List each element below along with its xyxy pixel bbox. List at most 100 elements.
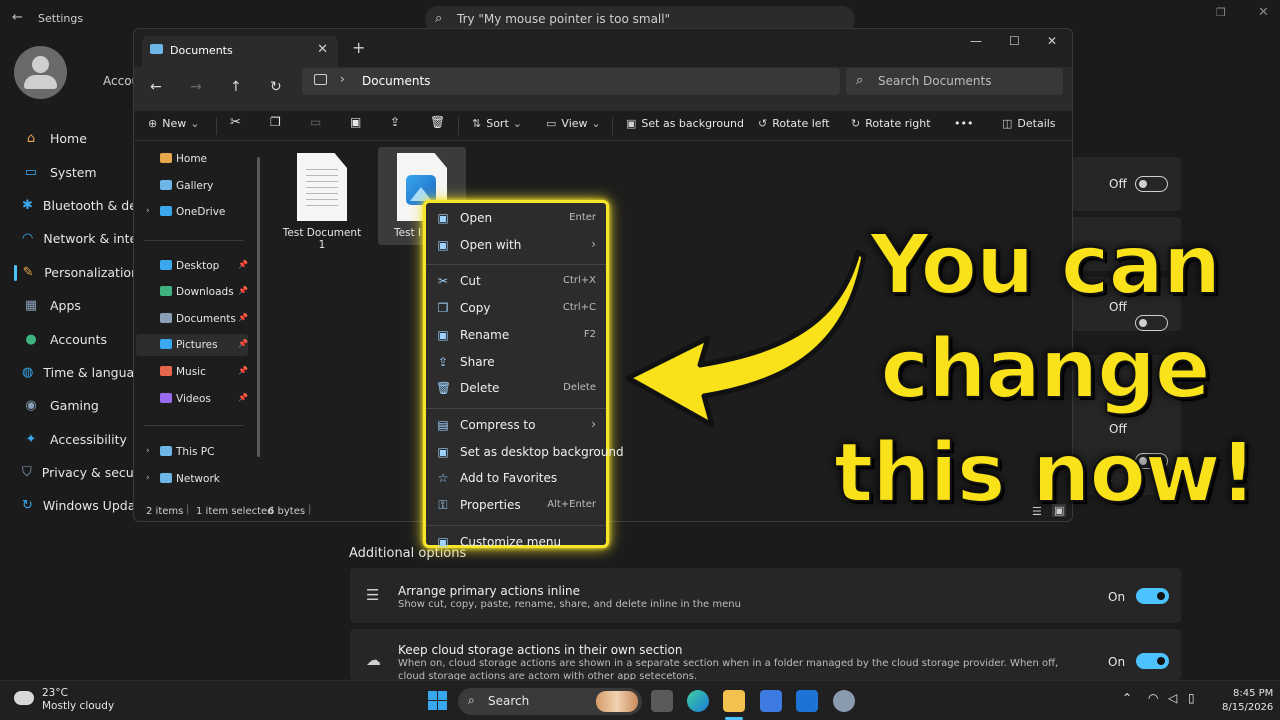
rename-icon[interactable]: ▣ — [350, 115, 361, 129]
settings-app-icon[interactable] — [833, 690, 855, 712]
sidebar-item-apps[interactable]: ▦ Apps — [14, 289, 139, 322]
share-icon[interactable]: ⇪ — [390, 115, 400, 129]
menu-item-add-to-favorites[interactable]: ☆ Add to Favorites — [434, 467, 602, 491]
open-with-icon: ▣ — [437, 237, 449, 252]
sidebar-item-personalization[interactable]: ✎ Personalization — [14, 256, 139, 289]
nav-pane-item-gallery[interactable]: Gallery — [160, 180, 213, 192]
menu-item-label: Share — [460, 354, 495, 369]
file-explorer-icon[interactable] — [723, 690, 745, 712]
new-button[interactable]: ⊕ New ⌄ — [148, 117, 199, 130]
sidebar-item-privacy[interactable]: ⛉ Privacy & security — [14, 456, 139, 489]
nav-pane-item-pictures[interactable]: Pictures 📌 — [160, 339, 248, 351]
inline-actions-toggle[interactable] — [1136, 588, 1169, 604]
menu-item-shortcut: Delete — [563, 382, 596, 394]
details-button[interactable]: ◫ Details — [1002, 117, 1056, 130]
menu-item-label: Add to Favorites — [460, 471, 558, 486]
monitor-icon: ▭ — [24, 164, 38, 180]
sidebar-item-time[interactable]: ◍ Time & language — [14, 356, 139, 389]
menu-item-copy[interactable]: ❐ Copy Ctrl+C — [434, 297, 602, 321]
battery-icon[interactable]: ▯ — [1188, 691, 1195, 705]
task-view-icon[interactable] — [651, 690, 673, 712]
sidebar-item-windows[interactable]: ↻ Windows Update — [14, 489, 139, 522]
rotate-left-button[interactable]: ↺ Rotate left — [758, 117, 830, 130]
set-background-label: Set as background — [641, 117, 744, 130]
refresh-icon[interactable]: ↻ — [270, 79, 282, 95]
menu-item-properties[interactable]: ⚿ Properties Alt+Enter — [434, 494, 602, 518]
nav-pane-item-this-pc[interactable]: › This PC — [146, 446, 214, 458]
menu-item-share[interactable]: ⇪ Share — [434, 351, 602, 375]
paste-icon[interactable]: ▭ — [310, 115, 321, 129]
avatar[interactable] — [14, 46, 67, 99]
cut-icon[interactable]: ✂ — [230, 115, 241, 130]
rename-icon: ▣ — [437, 327, 449, 342]
more-options-button[interactable]: ••• — [954, 117, 973, 130]
sidebar-item-accounts[interactable]: ● Accounts — [14, 322, 139, 355]
sidebar-item-network[interactable]: ◠ Network & internet — [14, 222, 139, 255]
properties-icon: ⚿ — [438, 498, 448, 512]
tab-documents[interactable]: Documents ✕ — [142, 36, 338, 67]
address-bar[interactable]: › Documents — [302, 68, 840, 95]
maximize-icon[interactable]: ☐ — [1009, 34, 1020, 48]
chevron-up-icon[interactable]: ⌃ — [1122, 691, 1132, 705]
sidebar-item-home[interactable]: ⌂ Home — [14, 122, 139, 155]
expand-chevron-icon[interactable]: › — [146, 446, 150, 456]
wifi-icon[interactable]: ◠ — [1148, 691, 1158, 705]
menu-item-open-with[interactable]: ▣ Open with › — [434, 234, 602, 258]
search-icon: ⌕ — [435, 11, 443, 26]
close-window-icon[interactable]: ✕ — [1047, 34, 1057, 48]
mail-icon[interactable] — [796, 690, 818, 712]
copy-icon[interactable]: ❐ — [270, 115, 281, 129]
set-background-button[interactable]: ▣ Set as background — [626, 117, 744, 130]
up-icon[interactable]: ↑ — [230, 79, 242, 95]
edge-icon[interactable] — [687, 690, 709, 712]
close-tab-icon[interactable]: ✕ — [317, 42, 328, 57]
menu-item-set-as-desktop-background[interactable]: ▣ Set as desktop background — [434, 441, 623, 465]
cloud-actions-toggle[interactable] — [1136, 653, 1169, 669]
expand-chevron-icon[interactable]: › — [146, 473, 150, 483]
nav-pane-item-home[interactable]: Home — [160, 153, 207, 165]
explorer-search-input[interactable]: ⌕ Search Documents — [846, 68, 1063, 95]
sidebar-item-accessibility[interactable]: ✦ Accessibility — [14, 423, 139, 456]
folder-icon — [160, 313, 172, 323]
menu-item-open[interactable]: ▣ Open Enter — [434, 207, 602, 231]
nav-pane-item-onedrive[interactable]: › OneDrive — [146, 206, 225, 218]
taskbar-search[interactable]: ⌕ Search — [458, 688, 642, 715]
taskbar: 23°C Mostly cloudy ⌕ Search ⌃ ◠ ◁ ▯ 8:45 … — [0, 680, 1280, 720]
minimize-icon[interactable]: — — [970, 34, 982, 48]
rotate-right-button[interactable]: ↻ Rotate right — [851, 117, 931, 130]
taskbar-search-label: Search — [488, 694, 530, 708]
forward-icon[interactable]: → — [190, 79, 202, 95]
back-arrow-icon[interactable]: ← — [12, 10, 23, 25]
expand-chevron-icon[interactable]: › — [146, 206, 150, 216]
nav-pane-item-desktop[interactable]: Desktop 📌 — [160, 260, 248, 272]
volume-icon[interactable]: ◁ — [1168, 691, 1177, 705]
setting-toggle[interactable] — [1135, 176, 1168, 192]
cloud-icon: ☁ — [366, 651, 381, 669]
store-icon[interactable] — [760, 690, 782, 712]
delete-icon[interactable]: 🗑 — [430, 115, 445, 129]
menu-item-customize-menu[interactable]: ▣ Customize menu — [434, 531, 602, 555]
nav-pane-item-downloads[interactable]: Downloads 📌 — [160, 286, 248, 298]
file-document[interactable]: Test Document 1 — [282, 153, 362, 251]
close-icon[interactable]: ✕ — [1258, 5, 1269, 20]
nav-pane-item-videos[interactable]: Videos 📌 — [160, 393, 248, 405]
back-icon[interactable]: ← — [150, 79, 162, 95]
start-button[interactable] — [428, 691, 447, 710]
menu-item-rename[interactable]: ▣ Rename F2 — [434, 324, 602, 348]
restore-icon[interactable]: ❐ — [1216, 6, 1226, 19]
nav-pane-item-music[interactable]: Music 📌 — [160, 366, 248, 378]
menu-item-cut[interactable]: ✂ Cut Ctrl+X — [434, 270, 602, 294]
sidebar-item-system[interactable]: ▭ System — [14, 155, 139, 188]
clock[interactable]: 8:45 PM 8/15/2026 — [1222, 687, 1273, 715]
nav-pane-scrollbar[interactable] — [257, 157, 260, 457]
sidebar-item-gaming[interactable]: ◉ Gaming — [14, 389, 139, 422]
sidebar-item-bluetooth[interactable]: ✱ Bluetooth & devices — [14, 189, 139, 222]
sidebar-item-label: Gaming — [50, 398, 99, 414]
new-tab-button[interactable]: + — [352, 38, 365, 57]
menu-item-compress-to[interactable]: ▤ Compress to › — [434, 414, 602, 438]
sort-button[interactable]: ⇅ Sort ⌄ — [472, 117, 522, 130]
nav-pane-item-documents[interactable]: Documents 📌 — [160, 313, 248, 325]
menu-item-delete[interactable]: 🗑 Delete Delete — [434, 377, 602, 401]
view-button[interactable]: ▭ View ⌄ — [546, 117, 601, 130]
nav-pane-item-network[interactable]: › Network — [146, 473, 220, 485]
